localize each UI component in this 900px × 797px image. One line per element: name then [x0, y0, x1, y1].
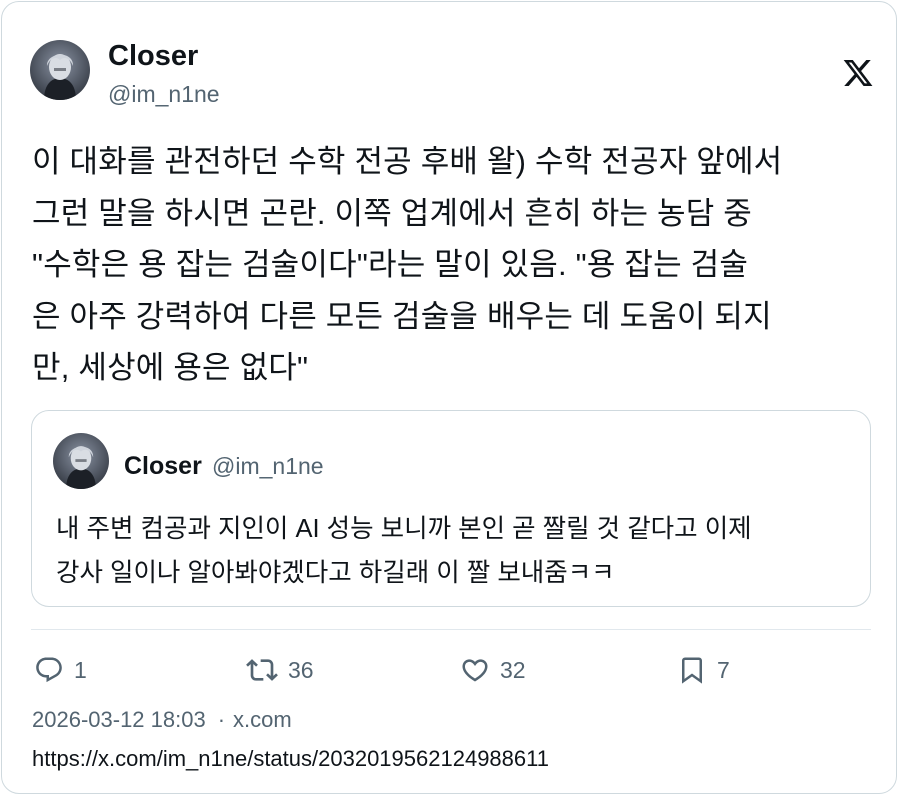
tweet-meta: 2026-03-12 18:03 · x.com	[32, 705, 292, 735]
reply-count: 1	[74, 657, 87, 683]
heart-icon	[460, 655, 490, 685]
bookmark-button[interactable]: 7	[677, 652, 730, 688]
quoted-display-name: Closer	[124, 452, 202, 480]
like-button[interactable]: 32	[460, 652, 526, 688]
quoted-handle: @im_n1ne	[212, 453, 324, 479]
x-logo-icon[interactable]	[842, 57, 874, 89]
quoted-avatar[interactable]	[53, 433, 109, 489]
tweet-text: 이 대화를 관전하던 수학 전공 후배 왈) 수학 전공자 앞에서 그런 말을 …	[32, 144, 783, 385]
quoted-text: 내 주변 컴공과 지인이 AI 성능 보니까 본인 곧 짤릴 것 같다고 이제 …	[56, 515, 752, 587]
like-count: 32	[500, 657, 526, 683]
bookmark-count: 7	[717, 657, 730, 683]
divider	[31, 629, 871, 630]
retweet-icon	[246, 654, 278, 686]
source-link[interactable]: x.com	[233, 707, 292, 732]
tweet-url[interactable]: https://x.com/im_n1ne/status/20320195621…	[32, 744, 549, 774]
quoted-tweet[interactable]: Closer @im_n1ne 내 주변 컴공과 지인이 AI 성능 보니까 본…	[31, 410, 871, 607]
bookmark-icon	[677, 655, 707, 685]
retweet-button[interactable]: 36	[246, 652, 314, 688]
tweet-card: Closer @im_n1ne 이 대화를 관전하던 수학 전공 후배 왈) 수…	[1, 1, 897, 794]
reply-button[interactable]: 1	[34, 652, 87, 688]
meta-separator: ·	[217, 707, 226, 732]
avatar[interactable]	[30, 40, 90, 100]
timestamp[interactable]: 2026-03-12 18:03	[32, 707, 206, 732]
author-display-name[interactable]: Closer	[108, 39, 198, 73]
reply-icon	[34, 655, 64, 685]
author-handle[interactable]: @im_n1ne	[108, 80, 220, 108]
retweet-count: 36	[288, 657, 314, 683]
